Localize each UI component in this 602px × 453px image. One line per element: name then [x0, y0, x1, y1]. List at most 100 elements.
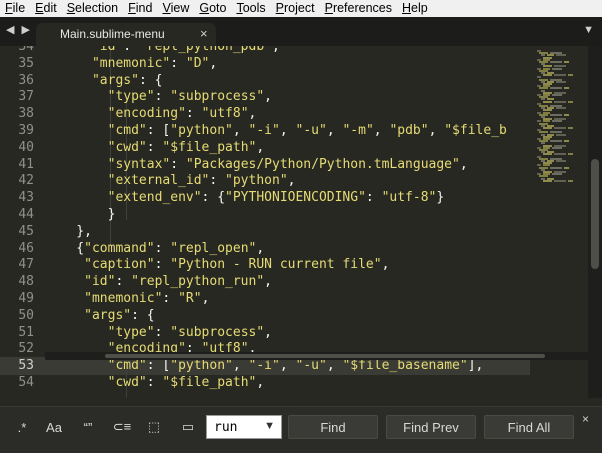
minimap-line	[564, 87, 569, 90]
code-line: "mnemonic": "R",	[84, 291, 210, 306]
menu-view[interactable]: View	[157, 0, 194, 17]
minimap-line	[564, 113, 569, 116]
code-line: "syntax": "Packages/Python/Python.tmLang…	[107, 156, 468, 172]
line-number: 41	[18, 156, 34, 172]
menu-help[interactable]: Help	[397, 0, 433, 17]
find-history-dropdown-icon[interactable]: ▼	[264, 420, 275, 432]
minimap-line	[543, 153, 552, 156]
minimap-line	[552, 94, 562, 96]
minimap-line	[564, 61, 569, 63]
line-number: 38	[18, 106, 34, 122]
minimap-line	[568, 179, 573, 182]
menu-file[interactable]: File	[0, 0, 30, 17]
code-editor[interactable]: 34 35 36 37 38 39 40 41 42 43 44 45 46 47 48 49 50 51 52 53…	[0, 46, 602, 398]
menu-selection[interactable]: Selection	[62, 0, 123, 17]
minimap[interactable]	[535, 46, 590, 398]
regex-toggle-button[interactable]: .*	[8, 415, 36, 439]
tab-close-icon[interactable]: ×	[200, 26, 208, 41]
whole-word-toggle-button[interactable]: “”	[74, 415, 102, 439]
code-line: "caption": "Python - RUN current file",	[84, 257, 390, 273]
minimap-line	[552, 120, 562, 123]
code-line: "type": "subprocess",	[107, 89, 272, 105]
line-number: 49	[18, 291, 34, 306]
line-number: 50	[18, 307, 34, 323]
horizontal-scrollbar-thumb[interactable]	[105, 354, 545, 358]
minimap-line	[568, 74, 573, 77]
line-number-gutter: 34 35 36 37 38 39 40 41 42 43 44 45 46 47 48 49 50 51 52 53…	[0, 46, 50, 398]
find-all-button[interactable]: Find All	[484, 415, 574, 439]
code-line: "extend_env": {"PYTHONIOENCODING": "utf-…	[107, 190, 445, 206]
horizontal-scrollbar[interactable]	[45, 352, 590, 360]
minimap-line	[556, 133, 566, 136]
in-selection-toggle-button[interactable]: ⬚	[140, 415, 168, 439]
code-line: "external_id": "python",	[107, 173, 296, 189]
find-button[interactable]: Find	[288, 415, 378, 439]
minimap-line	[568, 127, 573, 129]
code-line: "args": {	[84, 307, 155, 323]
minimap-line	[568, 153, 573, 156]
highlight-matches-toggle-button[interactable]: ▭	[174, 415, 202, 439]
vertical-scrollbar-thumb[interactable]	[591, 159, 599, 269]
minimap-line	[554, 179, 566, 182]
tab-label: Main.sublime-menu	[60, 27, 165, 41]
menu-project[interactable]: Project	[271, 0, 320, 17]
minimap-line	[552, 67, 562, 70]
minimap-line	[564, 140, 569, 143]
line-number: 39	[18, 123, 34, 138]
line-number: 44	[18, 207, 34, 222]
minimap-line	[550, 140, 562, 143]
wrap-toggle-button[interactable]: ⊂≡	[108, 415, 136, 439]
minimap-line	[550, 113, 562, 116]
line-number: 54	[18, 375, 34, 390]
menu-preferences[interactable]: Preferences	[320, 0, 397, 17]
line-number: 35	[18, 55, 34, 71]
minimap-line	[554, 100, 566, 103]
menu-edit[interactable]: Edit	[30, 0, 62, 17]
tab-nav-arrows-icon[interactable]: ◀ ▶	[6, 23, 32, 36]
tab-main-sublime-menu[interactable]: Main.sublime-menu ×	[36, 23, 216, 46]
line-number: 37	[18, 89, 34, 105]
line-number: 53	[18, 358, 34, 374]
case-sensitive-toggle-button[interactable]: Aa	[40, 415, 68, 439]
code-line: },	[45, 223, 92, 239]
minimap-line	[556, 54, 566, 57]
find-panel: .* Aa “” ⊂≡ ⬚ ▭ run ▼ Find Find Prev Fin…	[0, 406, 602, 453]
find-panel-close-icon[interactable]: ×	[582, 412, 589, 426]
find-input[interactable]: run ▼	[206, 415, 282, 439]
menu-bar: File Edit Selection Find View Goto Tools Projec…	[0, 0, 602, 17]
minimap-line	[554, 153, 566, 156]
code-line: "cmd": ["python", "-i", "-u", "$file_bas…	[107, 358, 484, 374]
minimap-line	[552, 146, 562, 149]
vertical-scrollbar[interactable]	[588, 46, 602, 398]
minimap-line	[543, 74, 552, 77]
minimap-line	[556, 160, 566, 162]
minimap-line	[552, 173, 562, 176]
code-line: "type": "subprocess",	[107, 324, 272, 340]
menu-find[interactable]: Find	[123, 0, 157, 17]
minimap-line	[554, 74, 566, 77]
find-input-value: run	[214, 420, 238, 435]
menu-goto[interactable]: Goto	[194, 0, 231, 17]
code-line: "cmd": ["python", "-i", "-u", "-m", "pdb…	[107, 123, 507, 138]
menu-tools[interactable]: Tools	[231, 0, 270, 17]
line-number: 48	[18, 274, 34, 290]
line-number: 43	[18, 190, 34, 206]
code-line: {"command": "repl_open",	[45, 240, 265, 256]
tab-dropdown-icon[interactable]: ▼	[583, 24, 594, 36]
line-number: 46	[18, 240, 34, 256]
code-line: }	[45, 207, 116, 222]
line-number: 40	[18, 139, 34, 155]
minimap-line	[554, 127, 566, 129]
minimap-line	[543, 100, 552, 103]
line-number: 34	[18, 46, 34, 54]
minimap-line	[568, 100, 573, 103]
minimap-line	[543, 179, 552, 182]
minimap-line	[550, 166, 562, 169]
tab-bar: ◀ ▶ Main.sublime-menu × ▼	[0, 17, 602, 46]
find-prev-button[interactable]: Find Prev	[386, 415, 476, 439]
line-number: 52	[18, 341, 34, 357]
line-number: 45	[18, 223, 34, 239]
minimap-line	[564, 166, 569, 169]
code-line: "id": "repl_python_pdb",	[91, 46, 280, 54]
code-line: "mnemonic": "D",	[91, 55, 218, 71]
